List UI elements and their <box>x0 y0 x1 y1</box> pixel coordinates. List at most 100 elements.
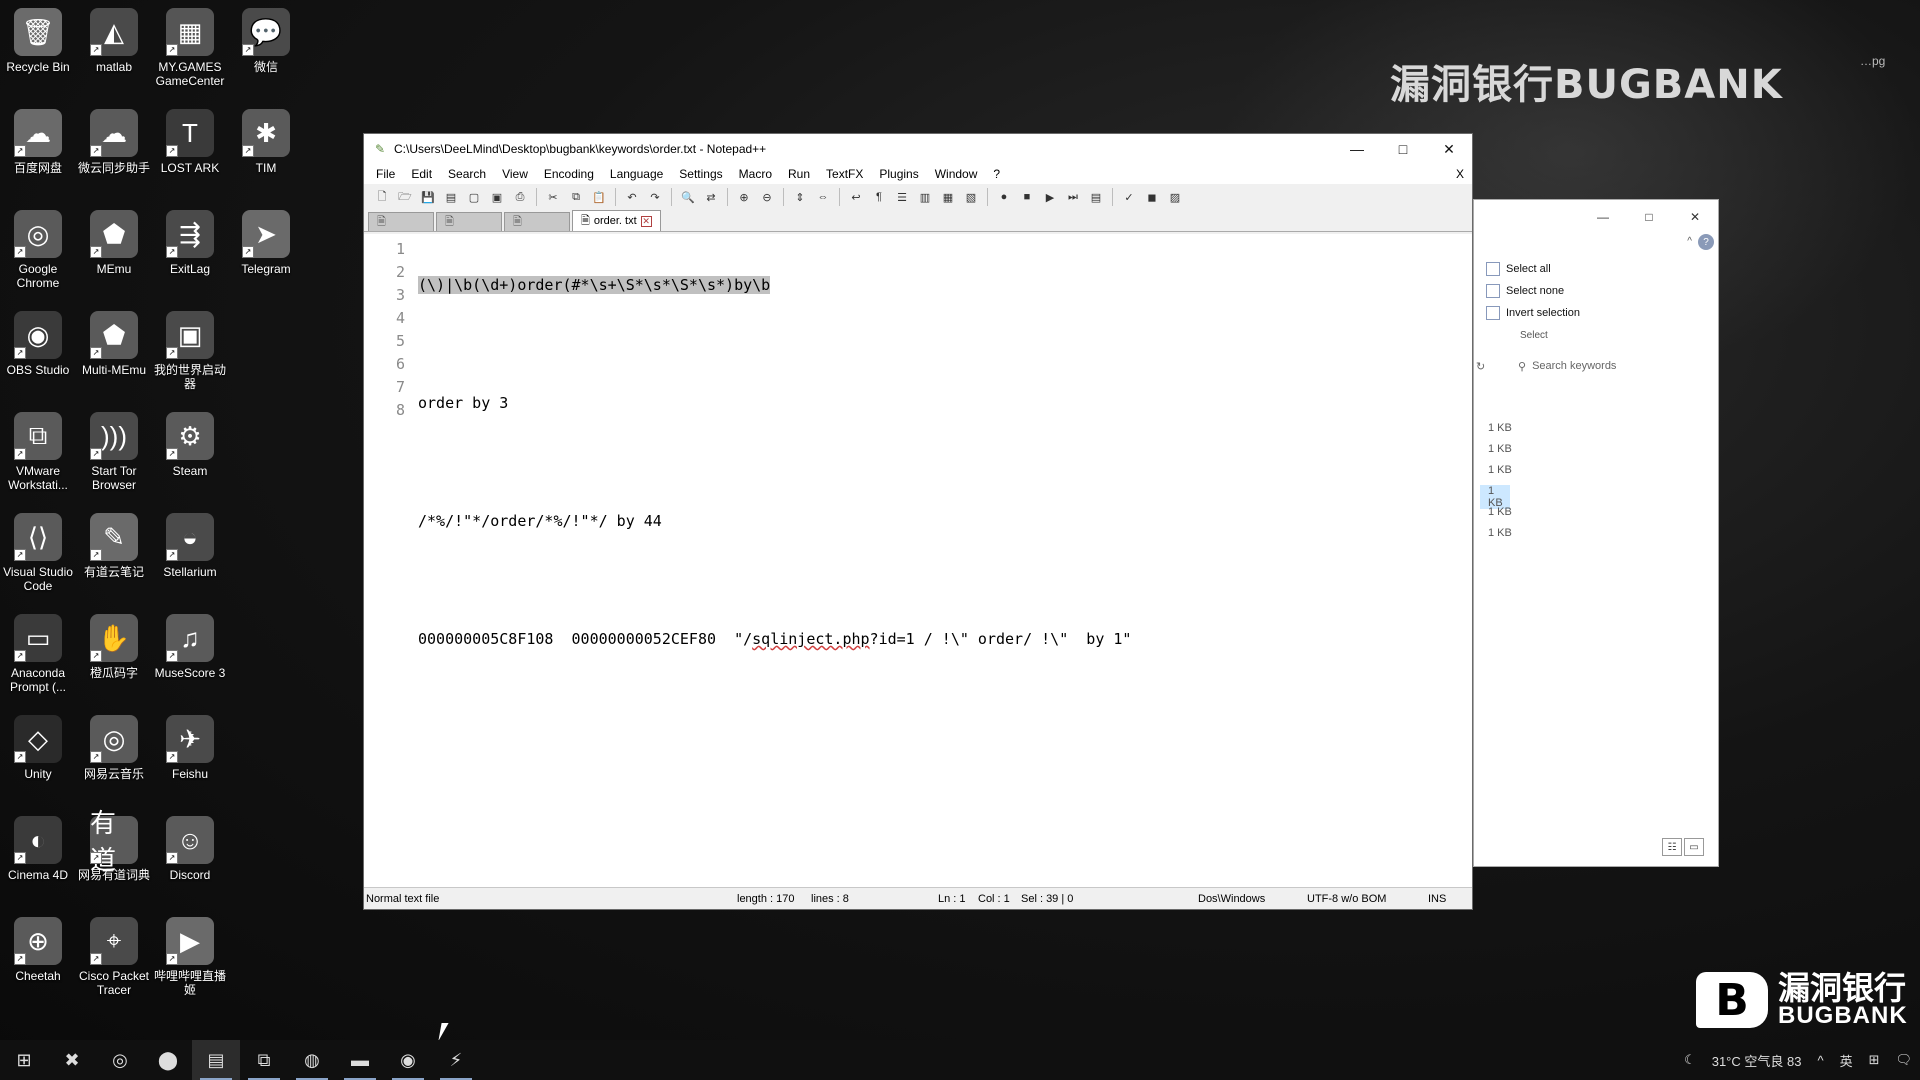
explorer-close-button[interactable]: ✕ <box>1672 206 1718 228</box>
menu-item[interactable]: Run <box>780 167 818 181</box>
status-insert-mode[interactable]: INS <box>1428 893 1446 905</box>
desktop-shortcut[interactable]: ◐ ↗ Cinema 4D <box>0 808 76 909</box>
print-icon[interactable]: ⎙ <box>510 187 530 207</box>
menu-item[interactable]: TextFX <box>818 167 871 181</box>
menu-item[interactable]: Macro <box>731 167 780 181</box>
desktop-shortcut[interactable]: ◎ ↗ Google Chrome <box>0 202 76 303</box>
desktop-shortcut[interactable]: ⬟ ↗ Multi-MEmu <box>76 303 152 404</box>
find-icon[interactable]: 🔍 <box>678 187 698 207</box>
menu-item[interactable]: Search <box>440 167 494 181</box>
desktop-shortcut[interactable]: ◒ ↗ Stellarium <box>152 505 228 606</box>
desktop-shortcut[interactable]: ☁ ↗ 微云同步助手 <box>76 101 152 202</box>
record-icon[interactable]: ⬤ <box>144 1040 192 1080</box>
tab-document[interactable]: 🗎 <box>436 212 502 231</box>
run-macro-multiple-icon[interactable]: ⏭ <box>1063 187 1083 207</box>
desktop-shortcut[interactable]: T ↗ LOST ARK <box>152 101 228 202</box>
menu-item[interactable]: Plugins <box>871 167 926 181</box>
undo-icon[interactable]: ↶ <box>622 187 642 207</box>
desktop-shortcut[interactable]: ☁ ↗ 百度网盘 <box>0 101 76 202</box>
zoom-in-icon[interactable]: ⊕ <box>734 187 754 207</box>
unity-icon[interactable]: ⚡ <box>432 1040 480 1080</box>
notepadpp-icon[interactable]: ▤ <box>192 1040 240 1080</box>
app-icon[interactable]: ◍ <box>288 1040 336 1080</box>
save-icon[interactable]: 💾 <box>418 187 438 207</box>
menu-item[interactable]: View <box>494 167 536 181</box>
desktop-shortcut[interactable]: 🗑 Recycle Bin <box>0 0 76 101</box>
desktop-shortcut[interactable]: ⚙ ↗ Steam <box>152 404 228 505</box>
desktop-shortcut[interactable]: ⌖ ↗ Cisco Packet Tracer <box>76 909 152 1010</box>
keyboard-icon[interactable]: ⊞ <box>1861 1052 1888 1068</box>
menu-item[interactable]: File <box>368 167 403 181</box>
desktop-shortcut[interactable]: ▶ ↗ 哔哩哔哩直播姬 <box>152 909 228 1010</box>
explorer-maximize-button[interactable]: □ <box>1626 206 1672 228</box>
weather-status[interactable]: 31°C 空气良 83 <box>1704 1051 1810 1070</box>
function-list-icon[interactable]: ▦ <box>938 187 958 207</box>
tab-document[interactable]: 🗎 <box>368 212 434 231</box>
text-editor[interactable]: 1 2 3 4 5 6 7 8 (\)|\b(\d+)order(#*\s+\S… <box>364 234 1472 887</box>
desktop-shortcut[interactable]: ⊕ ↗ Cheetah <box>0 909 76 1010</box>
sync-vertical-icon[interactable]: ⇕ <box>790 187 810 207</box>
desktop-shortcut[interactable]: ➤ ↗ Telegram <box>228 202 304 303</box>
tab-document[interactable]: 🗎 <box>504 212 570 231</box>
word-wrap-icon[interactable]: ↩ <box>846 187 866 207</box>
tab-close-icon[interactable]: ✕ <box>640 215 652 227</box>
folder-workspace-icon[interactable]: ▧ <box>961 187 981 207</box>
zoom-out-icon[interactable]: ⊖ <box>757 187 777 207</box>
desktop-shortcut[interactable]: 💬 ↗ 微信 <box>228 0 304 101</box>
chevron-up-icon[interactable]: ^ <box>1809 1053 1831 1068</box>
save-macro-icon[interactable]: ▤ <box>1086 187 1106 207</box>
copy-icon[interactable]: ⧉ <box>566 187 586 207</box>
menu-item[interactable]: Settings <box>671 167 730 181</box>
cut-icon[interactable]: ✂ <box>543 187 563 207</box>
desktop-shortcut[interactable]: ✱ ↗ TIM <box>228 101 304 202</box>
menu-item[interactable]: Encoding <box>536 167 602 181</box>
plugin-icon[interactable]: ◼ <box>1142 187 1162 207</box>
refresh-icon[interactable]: ↻ <box>1476 360 1485 373</box>
close-all-icon[interactable]: ▣ <box>487 187 507 207</box>
minimize-button[interactable]: — <box>1334 134 1380 164</box>
close-document-button[interactable]: X <box>1456 167 1472 181</box>
desktop-shortcut[interactable]: ▦ ↗ MY.GAMES GameCenter <box>152 0 228 101</box>
invert-selection-button[interactable]: Invert selection <box>1486 306 1580 320</box>
close-button[interactable]: ✕ <box>1426 134 1472 164</box>
close-file-icon[interactable]: ▢ <box>464 187 484 207</box>
desktop-shortcut[interactable]: ✋ ↗ 橙瓜码字 <box>76 606 152 707</box>
desktop-shortcut[interactable]: ◎ ↗ 网易云音乐 <box>76 707 152 808</box>
save-all-icon[interactable]: ▤ <box>441 187 461 207</box>
maximize-button[interactable]: □ <box>1380 134 1426 164</box>
record-macro-icon[interactable]: ● <box>994 187 1014 207</box>
show-all-characters-icon[interactable]: ¶ <box>869 187 889 207</box>
search-box[interactable]: ⚲ Search keywords <box>1518 356 1708 376</box>
desktop-shortcut[interactable]: ⧉ ↗ VMware Workstati... <box>0 404 76 505</box>
desktop-shortcut[interactable]: ▣ ↗ 我的世界启动器 <box>152 303 228 404</box>
desktop-shortcut[interactable]: ))) ↗ Start Tor Browser <box>76 404 152 505</box>
spell-check-icon[interactable]: ✓ <box>1119 187 1139 207</box>
paste-icon[interactable]: 📋 <box>589 187 609 207</box>
menu-item[interactable]: Window <box>927 167 986 181</box>
help-icon[interactable]: ? <box>1698 234 1714 250</box>
doc-map-icon[interactable]: ▥ <box>915 187 935 207</box>
menu-item[interactable]: Language <box>602 167 671 181</box>
large-icons-view-icon[interactable]: ▭ <box>1684 838 1704 856</box>
select-all-button[interactable]: Select all <box>1486 262 1551 276</box>
new-file-icon[interactable]: 🗋 <box>372 187 392 207</box>
replace-icon[interactable]: ⇄ <box>701 187 721 207</box>
menu-item[interactable]: ? <box>985 167 1008 181</box>
redo-icon[interactable]: ↷ <box>645 187 665 207</box>
ime-indicator[interactable]: 英 <box>1832 1051 1861 1070</box>
desktop-shortcut[interactable]: ◭ ↗ matlab <box>76 0 152 101</box>
desktop-shortcut[interactable]: ⬟ ↗ MEmu <box>76 202 152 303</box>
notification-icon[interactable]: 🗨 <box>1887 1052 1920 1068</box>
open-file-icon[interactable]: 🗁 <box>395 187 415 207</box>
desktop-shortcut[interactable]: ✎ ↗ 有道云笔记 <box>76 505 152 606</box>
desktop-shortcut[interactable]: ▭ ↗ Anaconda Prompt (... <box>0 606 76 707</box>
title-bar[interactable]: ✎ C:\Users\DeeLMind\Desktop\bugbank\keyw… <box>364 134 1472 164</box>
indent-guide-icon[interactable]: ☰ <box>892 187 912 207</box>
code-area[interactable]: (\)|\b(\d+)order(#*\s+\S*\s*\S*\s*)by\b … <box>416 234 1472 887</box>
desktop-shortcut[interactable]: ☺ ↗ Discord <box>152 808 228 909</box>
obs-icon[interactable]: ◎ <box>96 1040 144 1080</box>
desktop-shortcut[interactable]: ◉ ↗ OBS Studio <box>0 303 76 404</box>
details-view-icon[interactable]: ☷ <box>1662 838 1682 856</box>
desktop-shortcut[interactable]: 有道 ↗ 网易有道词典 <box>76 808 152 909</box>
chevron-up-icon[interactable]: ^ <box>1687 236 1692 247</box>
